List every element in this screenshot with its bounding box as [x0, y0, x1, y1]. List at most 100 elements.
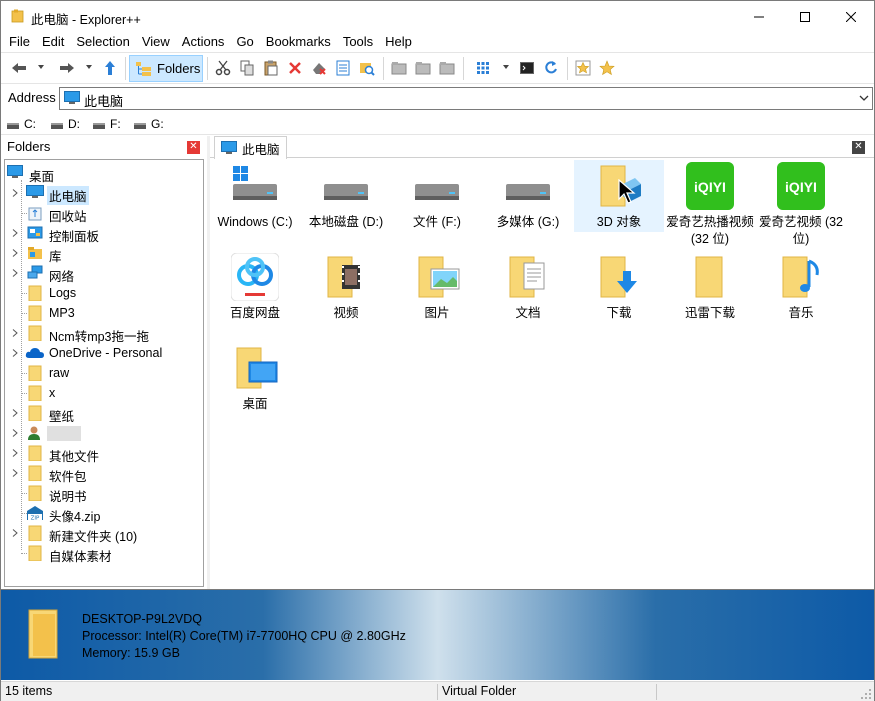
tree-item-ncm[interactable]: Ncm转mp3拖一拖 [5, 323, 203, 344]
menu-view[interactable]: View [136, 32, 176, 51]
back-button[interactable] [8, 57, 30, 79]
tree-item-libraries[interactable]: 库 [5, 243, 203, 264]
folder-icon [28, 365, 42, 381]
drive-icon [134, 122, 146, 129]
copy-button[interactable] [236, 57, 258, 79]
drive-c-button[interactable]: C: [7, 117, 36, 131]
paste-icon [264, 60, 278, 76]
item-files-f[interactable]: 文件 (F:) [392, 160, 482, 248]
move-to-button[interactable] [436, 57, 458, 79]
views-dropdown[interactable] [503, 65, 509, 69]
address-input[interactable]: 此电脑 [59, 87, 873, 110]
tree-item-user[interactable] [5, 423, 203, 443]
refresh-button[interactable] [540, 57, 562, 79]
search-button[interactable] [356, 57, 378, 79]
command-prompt-icon [520, 62, 534, 74]
tree-item-control-panel[interactable]: 控制面板 [5, 223, 203, 244]
back-history-dropdown[interactable] [38, 65, 44, 69]
menu-selection[interactable]: Selection [70, 32, 135, 51]
tab-this-pc[interactable]: 此电脑 [214, 136, 287, 159]
item-pictures[interactable]: 图片 [392, 251, 482, 339]
tree-item-raw[interactable]: raw [5, 363, 203, 383]
chevron-right-icon[interactable] [12, 349, 18, 357]
tree-item-other-files[interactable]: 其他文件 [5, 443, 203, 464]
chevron-right-icon[interactable] [12, 409, 18, 417]
up-button[interactable] [99, 57, 121, 79]
drive-g-button[interactable]: G: [134, 117, 164, 131]
item-windows-c[interactable]: Windows (C:) [210, 160, 300, 248]
tree-item-recycle-bin[interactable]: 回收站 [5, 203, 203, 224]
chevron-right-icon[interactable] [12, 249, 18, 257]
cut-button[interactable] [212, 57, 234, 79]
tree-item-zip[interactable]: ZIP 头像4.zip [5, 503, 203, 524]
menu-bar: File Edit Selection View Actions Go Book… [1, 32, 874, 51]
minimize-button[interactable] [736, 1, 782, 32]
tree-item-network[interactable]: 网络 [5, 263, 203, 284]
tree-item-logs[interactable]: Logs [5, 283, 203, 303]
forward-history-dropdown[interactable] [86, 65, 92, 69]
drive-d-button[interactable]: D: [51, 117, 80, 131]
menu-go[interactable]: Go [230, 32, 259, 51]
item-local-disk-d[interactable]: 本地磁盘 (D:) [301, 160, 391, 248]
menu-actions[interactable]: Actions [176, 32, 231, 51]
item-desktop[interactable]: 桌面 [210, 342, 300, 430]
properties-button[interactable] [332, 57, 354, 79]
menu-help[interactable]: Help [379, 32, 418, 51]
chevron-right-icon[interactable] [12, 449, 18, 457]
forward-button[interactable] [56, 57, 78, 79]
folders-toggle-button[interactable]: Folders [129, 55, 203, 82]
tree-item-software[interactable]: 软件包 [5, 463, 203, 484]
tree-item-onedrive[interactable]: OneDrive - Personal [5, 343, 203, 363]
svg-text:iQIYI: iQIYI [694, 179, 726, 195]
item-documents[interactable]: 文档 [483, 251, 573, 339]
item-xunlei-downloads[interactable]: 迅雷下载 [665, 251, 755, 339]
tree-item-this-pc[interactable]: 此电脑 [5, 183, 203, 205]
file-list-view[interactable]: 此电脑 ✕ Windows (C:) 本地磁盘 (D:) 文件 (F:) 多媒体… [210, 136, 874, 589]
tree-item-new-folder[interactable]: 新建文件夹 (10) [5, 523, 203, 544]
delete-button[interactable] [284, 57, 306, 79]
chevron-right-icon[interactable] [12, 189, 18, 197]
delete-permanently-button[interactable] [308, 57, 330, 79]
chevron-right-icon[interactable] [12, 429, 18, 437]
tab-close-button[interactable]: ✕ [852, 141, 865, 154]
chevron-right-icon[interactable] [12, 229, 18, 237]
menu-bookmarks[interactable]: Bookmarks [260, 32, 337, 51]
command-prompt-button[interactable] [516, 57, 538, 79]
tree-item-manuals[interactable]: 说明书 [5, 483, 203, 504]
drive-f-button[interactable]: F: [93, 117, 121, 131]
tree-item-media-assets[interactable]: 自媒体素材 [5, 543, 203, 564]
chevron-right-icon[interactable] [12, 469, 18, 477]
copy-to-button[interactable] [412, 57, 434, 79]
folder-tree[interactable]: 桌面 此电脑 回收站 控制面板 库 网络 Logs MP3 Ncm转mp3拖一拖… [4, 159, 204, 587]
views-button[interactable] [472, 57, 494, 79]
folder-icon [28, 465, 42, 481]
menu-edit[interactable]: Edit [36, 32, 70, 51]
item-media-g[interactable]: 多媒体 (G:) [483, 160, 573, 248]
folders-pane-header: Folders ✕ [1, 136, 207, 158]
item-iqiyi-hot[interactable]: iQIYI 爱奇艺热播视频 (32 位) [665, 160, 755, 248]
new-folder-button[interactable] [388, 57, 410, 79]
chevron-right-icon[interactable] [12, 529, 18, 537]
tree-item-desktop[interactable]: 桌面 [5, 163, 203, 184]
maximize-button[interactable] [782, 1, 828, 32]
paste-button[interactable] [260, 57, 282, 79]
chevron-right-icon[interactable] [12, 329, 18, 337]
item-downloads[interactable]: 下载 [574, 251, 664, 339]
tree-item-x[interactable]: x [5, 383, 203, 403]
bookmarks-button[interactable] [596, 57, 618, 79]
chevron-down-icon[interactable] [859, 94, 869, 102]
menu-file[interactable]: File [3, 32, 36, 51]
item-videos[interactable]: 视频 [301, 251, 391, 339]
menu-tools[interactable]: Tools [337, 32, 379, 51]
bookmark-add-button[interactable] [572, 57, 594, 79]
resize-grip-icon[interactable] [860, 688, 872, 700]
item-baidu-netdisk[interactable]: 百度网盘 [210, 251, 300, 339]
close-button[interactable] [828, 1, 874, 32]
chevron-right-icon[interactable] [12, 269, 18, 277]
title-bar[interactable]: 此电脑 - Explorer++ [1, 1, 874, 32]
tree-item-wallpaper[interactable]: 壁纸 [5, 403, 203, 424]
tree-item-mp3[interactable]: MP3 [5, 303, 203, 323]
item-music[interactable]: 音乐 [756, 251, 846, 339]
folders-pane-close-button[interactable]: ✕ [187, 141, 200, 154]
item-iqiyi-video[interactable]: iQIYI 爱奇艺视频 (32 位) [756, 160, 846, 248]
